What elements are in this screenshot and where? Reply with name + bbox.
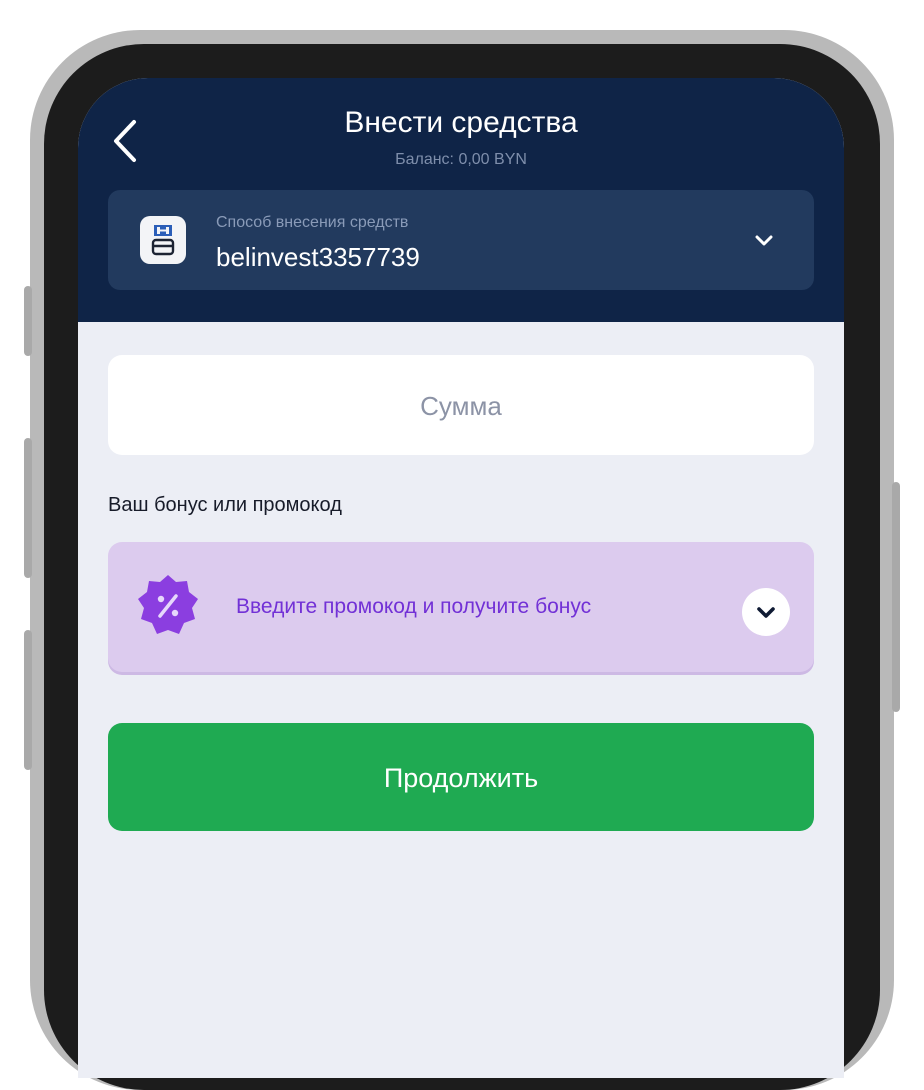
bonus-section-label: Ваш бонус или промокод [108,494,342,516]
phone-side-button-left-1 [24,286,32,356]
promo-code-selector[interactable]: Введите промокод и получите бонус [108,542,814,672]
phone-side-button-right [892,482,900,712]
payment-method-caption: Способ внесения средств [216,214,409,231]
amount-placeholder: Сумма [420,391,502,421]
phone-side-button-left-2 [24,438,32,578]
payment-method-value: belinvest3357739 [216,242,420,272]
bank-card-icon [140,216,186,264]
payment-method-selector[interactable]: Способ внесения средств belinvest3357739 [108,190,814,290]
page-title: Внести средства [344,106,578,139]
chevron-down-icon [757,607,775,618]
deposit-header: Внести средства Баланс: 0,00 BYN Способ … [78,78,844,322]
chevron-down-icon [755,235,773,246]
percent-badge-icon [138,575,198,634]
promo-expand-button[interactable] [742,588,790,636]
amount-input[interactable]: Сумма [108,355,814,455]
promo-code-prompt: Введите промокод и получите бонус [236,595,592,618]
balance-text: Баланс: 0,00 BYN [395,151,527,168]
continue-button[interactable]: Продолжить [108,723,814,831]
phone-side-button-left-3 [24,630,32,770]
continue-button-label: Продолжить [383,763,539,793]
app-screen: Внести средства Баланс: 0,00 BYN Способ … [78,78,844,1078]
